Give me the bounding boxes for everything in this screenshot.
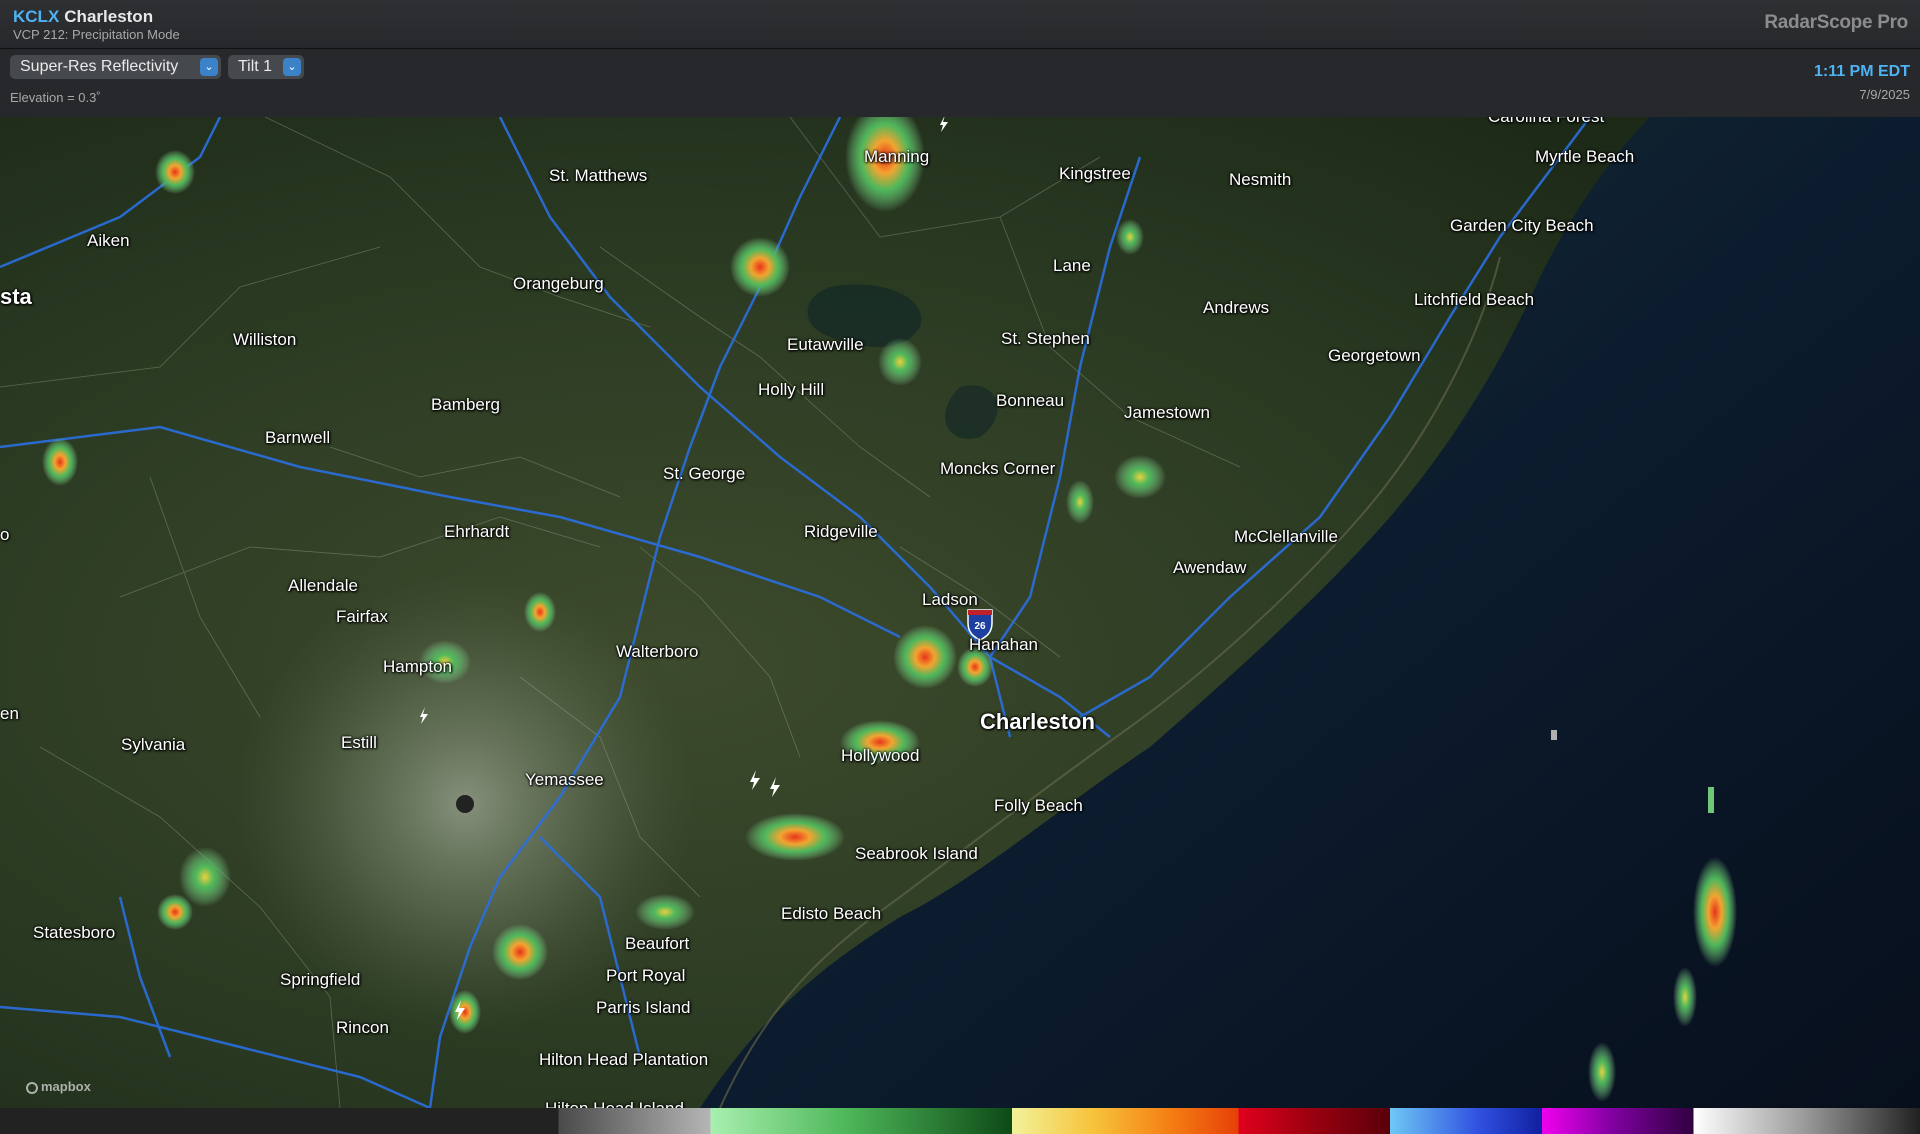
city-label: Holly Hill xyxy=(758,380,825,399)
city-label: Walterboro xyxy=(616,642,699,661)
city-label: Seabrook Island xyxy=(855,844,978,863)
vcp-mode: VCP 212: Precipitation Mode xyxy=(13,27,180,42)
storm-cell xyxy=(524,592,556,632)
city-label: Fairfax xyxy=(336,607,388,626)
city-label: Lane xyxy=(1053,256,1091,275)
city-label: Hilton Head Plantation xyxy=(539,1050,709,1069)
city-label: Myrtle Beach xyxy=(1535,147,1635,166)
app-logo: RadarScope Pro xyxy=(1764,12,1908,33)
storm-cell xyxy=(449,990,481,1034)
city-label: Bamberg xyxy=(431,395,500,414)
city-label: Orangeburg xyxy=(513,274,604,293)
storm-cell xyxy=(1116,219,1144,255)
city-label: Nesmith xyxy=(1229,170,1292,189)
product-select[interactable]: Super-Res Reflectivity ⌄ xyxy=(10,55,221,79)
city-label: Andrews xyxy=(1203,298,1270,317)
city-label: Estill xyxy=(341,733,377,752)
chevron-down-icon[interactable]: ⌄ xyxy=(200,58,218,76)
storm-cell xyxy=(157,894,193,930)
city-label: St. Stephen xyxy=(1001,329,1090,348)
city-label: Port Royal xyxy=(606,966,686,985)
city-label: Williston xyxy=(233,330,297,349)
station-id[interactable]: KCLX xyxy=(13,7,59,26)
storm-cell xyxy=(1708,787,1714,813)
storm-cell xyxy=(1588,1042,1616,1102)
mapbox-logo-icon xyxy=(26,1082,38,1094)
radar-site xyxy=(456,795,474,813)
city-label: McClellanville xyxy=(1234,527,1338,546)
city-label: Hanahan xyxy=(969,635,1039,654)
mapbox-label: mapbox xyxy=(41,1079,91,1094)
city-label: Allendale xyxy=(288,576,358,595)
city-label: sta xyxy=(0,284,32,309)
city-label: Rincon xyxy=(336,1018,389,1037)
city-label: Beaufort xyxy=(625,934,690,953)
city-label: Folly Beach xyxy=(994,796,1083,815)
city-label: Garden City Beach xyxy=(1450,216,1594,235)
city-label: Ladson xyxy=(922,590,978,609)
tilt-select[interactable]: Tilt 1 ⌄ xyxy=(228,55,304,79)
city-label: Jamestown xyxy=(1124,403,1210,422)
reflectivity-color-legend[interactable] xyxy=(0,1108,1920,1134)
city-label: Litchfield Beach xyxy=(1414,290,1535,309)
storm-cell xyxy=(1673,967,1697,1027)
city-label: Parris Island xyxy=(596,998,691,1017)
radar-map[interactable]: 26 Carolina Forest Myrtle Beach Manning … xyxy=(0,117,1920,1108)
product-select-label: Super-Res Reflectivity xyxy=(20,58,179,75)
city-label: Yemassee xyxy=(525,770,604,789)
storm-cell xyxy=(730,237,790,297)
city-label: Kingstree xyxy=(1059,164,1131,183)
storm-cell xyxy=(1066,480,1094,524)
city-label: Ridgeville xyxy=(804,522,878,541)
storm-cell xyxy=(1114,455,1166,499)
storm-cell xyxy=(42,438,78,486)
storm-cell xyxy=(878,338,922,386)
station-title[interactable]: KCLX Charleston xyxy=(13,7,153,27)
storm-cell xyxy=(745,813,845,861)
city-label: Hilton Head Island xyxy=(545,1099,684,1108)
city-label: Manning xyxy=(864,147,930,166)
storm-cell xyxy=(1693,857,1737,967)
city-label: o xyxy=(0,525,10,544)
highway-number: 26 xyxy=(974,621,986,632)
product-toolbar: Super-Res Reflectivity ⌄ Tilt 1 ⌄ Elevat… xyxy=(0,49,1920,117)
city-label: Barnwell xyxy=(265,428,331,447)
city-label: Carolina Forest xyxy=(1488,117,1604,127)
city-label: Bonneau xyxy=(996,391,1065,410)
city-label: Moncks Corner xyxy=(940,459,1056,478)
city-label: Aiken xyxy=(87,231,130,250)
storm-cell xyxy=(179,847,231,907)
city-label: St. Matthews xyxy=(549,166,648,185)
title-bar: KCLX Charleston VCP 212: Precipitation Mo… xyxy=(0,0,1920,49)
city-label: Edisto Beach xyxy=(781,904,882,923)
storm-cell xyxy=(155,150,195,194)
city-label: Eutawville xyxy=(787,335,864,354)
city-label: Statesboro xyxy=(33,923,116,942)
scan-date: 7/9/2025 xyxy=(1859,87,1910,102)
city-label: Springfield xyxy=(280,970,361,989)
city-label: en xyxy=(0,704,19,723)
city-label: St. George xyxy=(663,464,746,483)
scan-time: 1:11 PM EDT xyxy=(1813,63,1910,80)
storm-cell xyxy=(893,625,957,689)
chevron-down-icon[interactable]: ⌄ xyxy=(283,58,301,76)
city-label: Awendaw xyxy=(1173,558,1247,577)
city-label: Hampton xyxy=(383,657,452,676)
storm-cell xyxy=(635,894,695,930)
station-name[interactable]: Charleston xyxy=(64,7,153,26)
city-label: Hollywood xyxy=(841,746,920,765)
tilt-select-label: Tilt 1 xyxy=(238,58,273,75)
city-label: Sylvania xyxy=(121,735,186,754)
city-label: Charleston xyxy=(980,709,1095,734)
elevation-label: Elevation = 0.3˚ xyxy=(10,90,101,105)
storm-cell xyxy=(492,924,548,980)
mapbox-attribution[interactable]: mapbox xyxy=(26,1079,91,1094)
storm-cell xyxy=(1551,730,1557,740)
city-label: Georgetown xyxy=(1328,346,1421,365)
map-canvas: 26 xyxy=(0,117,1920,1108)
city-label: Ehrhardt xyxy=(444,522,510,541)
